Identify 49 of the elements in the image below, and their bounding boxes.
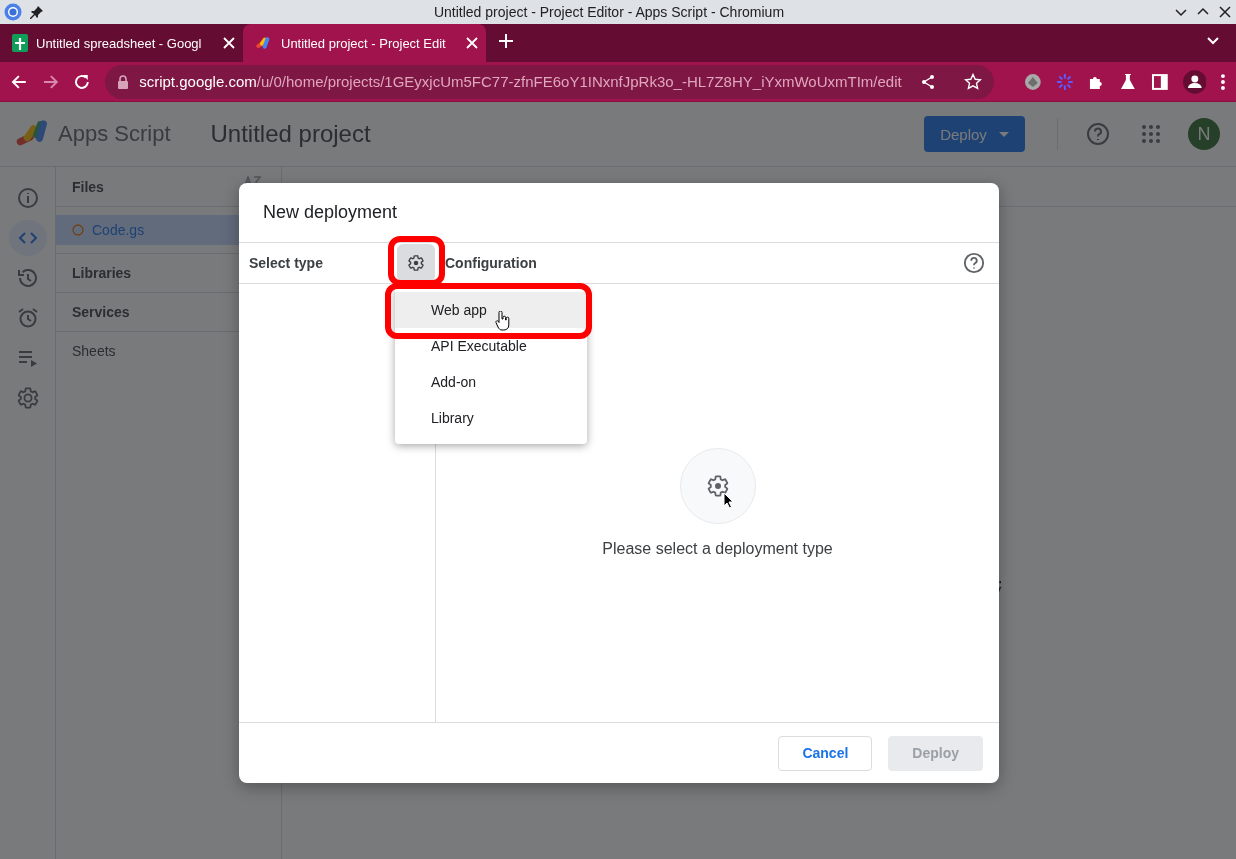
avatar[interactable]: N (1188, 118, 1220, 150)
dialog-button[interactable]: Cancel (778, 735, 873, 771)
section-heading[interactable]: Sheets (72, 343, 116, 359)
hand-cursor-icon (495, 311, 511, 331)
menu-icon[interactable] (1220, 72, 1227, 91)
apps-script-logo-icon (16, 120, 50, 148)
column-heading: Select type (248, 255, 324, 271)
dialog-title: New deployment (263, 202, 398, 223)
help-icon[interactable] (1086, 122, 1110, 146)
section-heading[interactable]: Services (72, 304, 130, 320)
project-title[interactable]: Untitled project (210, 120, 371, 148)
window-title: Untitled project - Project Editor - Apps Script - Chromium (432, 4, 786, 20)
menu-item[interactable]: Web app (395, 292, 587, 328)
apps-grid-icon[interactable] (1142, 125, 1160, 143)
column-heading: Configuration (444, 255, 538, 271)
caret-icon (998, 131, 1009, 137)
panel-title: Files (72, 178, 105, 195)
side-panel-icon[interactable] (1150, 72, 1169, 91)
pointer-cursor-icon (723, 492, 734, 509)
browser-tab[interactable]: Untitled project - Project Edit (243, 24, 486, 62)
type-selector-button[interactable] (397, 244, 435, 282)
code-text: ; (996, 577, 1005, 593)
menu-item[interactable]: Add-on (395, 364, 587, 400)
browser-tab[interactable]: Untitled spreadsheet - Googl (0, 24, 243, 62)
settings-icon (705, 474, 730, 498)
flask-icon[interactable] (1119, 72, 1137, 91)
profile-icon[interactable] (1182, 69, 1207, 94)
lock-icon[interactable] (117, 74, 130, 89)
help-icon[interactable] (963, 252, 985, 274)
forward-icon[interactable] (41, 72, 60, 91)
chromium-logo-icon (4, 3, 22, 21)
menu-item[interactable]: Library (395, 400, 587, 436)
reload-icon[interactable] (73, 72, 92, 91)
empty-state-message: Please select a deployment type (602, 540, 833, 558)
file-status-icon (72, 224, 84, 236)
deploy-button[interactable]: Deploy (924, 116, 1025, 152)
new-tab-icon[interactable] (498, 33, 514, 49)
spreadsheet-icon (12, 34, 28, 52)
settings-icon (15, 386, 40, 410)
info-icon (15, 186, 40, 210)
share-icon[interactable] (919, 73, 936, 90)
extension-badge-icon[interactable] (1023, 72, 1042, 91)
history-icon (15, 266, 40, 290)
star-icon[interactable] (963, 72, 982, 91)
close-icon[interactable] (1218, 5, 1232, 19)
section-heading[interactable]: Libraries (72, 265, 132, 281)
app-name: Apps Script (58, 121, 171, 147)
pin-icon[interactable] (30, 5, 44, 19)
settings-icon (407, 254, 425, 272)
